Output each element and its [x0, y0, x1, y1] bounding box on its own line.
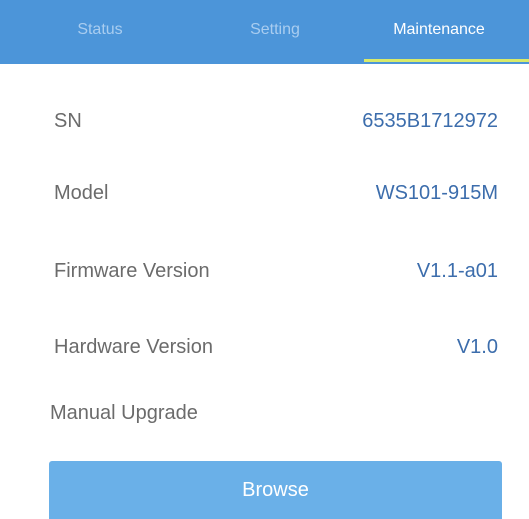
maintenance-page: Status Setting Maintenance SN 6535B17129… [0, 0, 529, 519]
sn-label: SN [54, 110, 82, 132]
hardware-version-row: Hardware Version V1.0 [54, 328, 498, 368]
manual-upgrade-label: Manual Upgrade [50, 402, 198, 424]
hardware-version-value: V1.0 [456, 336, 498, 358]
browse-button[interactable]: Browse [49, 461, 502, 519]
tab-bar: Status Setting Maintenance [0, 0, 529, 64]
active-tab-indicator [364, 59, 529, 62]
model-value: WS101-915M [375, 182, 498, 204]
tab-maintenance[interactable]: Maintenance [364, 0, 514, 64]
sn-value: 6535B1712972 [362, 110, 498, 132]
firmware-version-label: Firmware Version [54, 260, 210, 282]
model-row: Model WS101-915M [54, 174, 498, 214]
tab-status[interactable]: Status [40, 0, 160, 64]
tab-setting[interactable]: Setting [215, 0, 335, 64]
firmware-version-value: V1.1-a01 [416, 260, 498, 282]
sn-row: SN 6535B1712972 [54, 102, 498, 142]
hardware-version-label: Hardware Version [54, 336, 213, 358]
model-label: Model [54, 182, 109, 204]
firmware-version-row: Firmware Version V1.1-a01 [54, 252, 498, 292]
